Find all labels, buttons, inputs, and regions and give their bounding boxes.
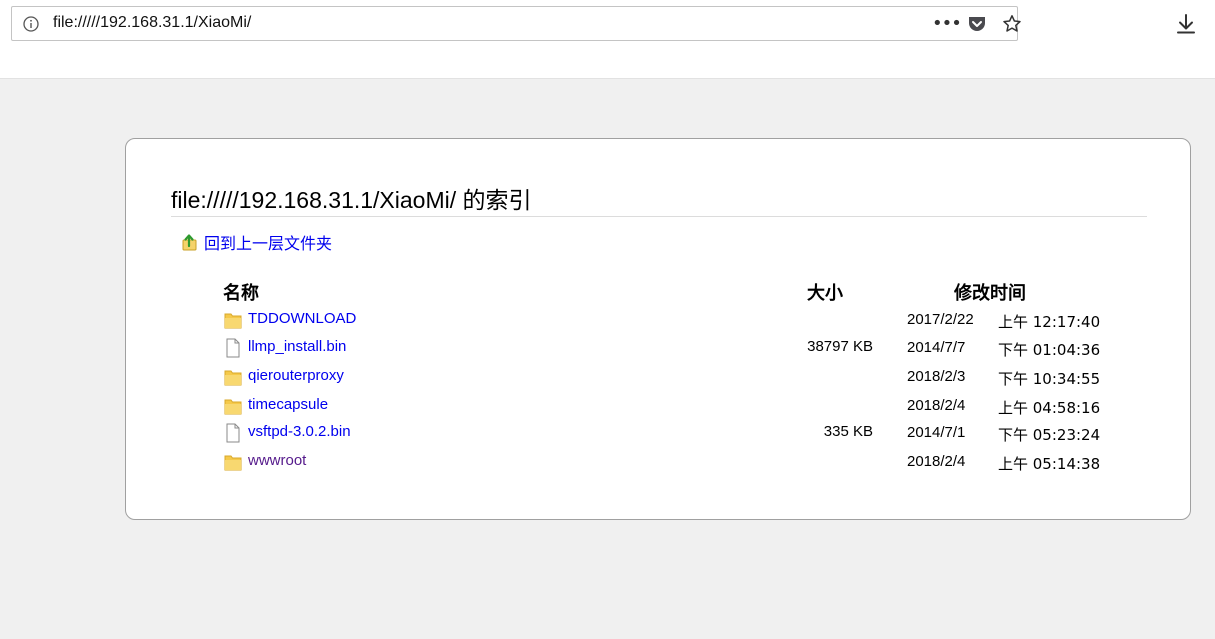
file-link[interactable]: qierouterproxy — [248, 367, 344, 384]
file-time: 上午 05:14:38 — [998, 455, 1101, 473]
table-row: timecapsule 2018/2/4 上午 04:58:16 — [126, 394, 1190, 418]
file-link[interactable]: llmp_install.bin — [248, 338, 346, 355]
page-actions-icon[interactable]: ••• — [932, 14, 962, 34]
info-icon[interactable] — [23, 16, 39, 32]
folder-icon — [224, 396, 242, 416]
folder-icon — [224, 310, 242, 330]
directory-listing: file://///192.168.31.1/XiaoMi/ 的索引 回到上一层… — [125, 138, 1191, 520]
browser-toolbar: file://///192.168.31.1/XiaoMi/ ••• — [0, 0, 1215, 79]
table-row: TDDOWNLOAD 2017/2/22 上午 12:17:40 — [126, 308, 1190, 332]
table-row: qierouterproxy 2018/2/3 下午 10:34:55 — [126, 365, 1190, 389]
column-header-modified[interactable]: 修改时间 — [954, 279, 1026, 305]
column-header-name[interactable]: 名称 — [223, 279, 259, 305]
url-text[interactable]: file://///192.168.31.1/XiaoMi/ — [53, 14, 251, 32]
file-date: 2018/2/3 — [907, 368, 966, 385]
file-size: 335 KB — [823, 423, 873, 440]
file-date: 2018/2/4 — [907, 453, 966, 470]
file-icon — [224, 423, 242, 443]
file-link[interactable]: TDDOWNLOAD — [248, 310, 356, 327]
file-link[interactable]: timecapsule — [248, 396, 328, 413]
url-bar[interactable]: file://///192.168.31.1/XiaoMi/ ••• — [11, 6, 1021, 41]
column-header-size[interactable]: 大小 — [807, 279, 843, 305]
folder-icon — [224, 452, 242, 472]
file-icon — [224, 338, 242, 358]
file-table: 名称 大小 修改时间 TDDOWNLOAD 2017/2/22 上午 12:17… — [126, 139, 1190, 519]
table-row: llmp_install.bin 38797 KB 2014/7/7 下午 01… — [126, 336, 1190, 360]
table-row: vsftpd-3.0.2.bin 335 KB 2014/7/1 下午 05:2… — [126, 421, 1190, 445]
file-link[interactable]: wwwroot — [248, 452, 306, 469]
file-date: 2017/2/22 — [907, 311, 974, 328]
file-date: 2014/7/1 — [907, 424, 966, 441]
table-row: wwwroot 2018/2/4 上午 05:14:38 — [126, 450, 1190, 474]
file-link[interactable]: vsftpd-3.0.2.bin — [248, 423, 351, 440]
file-date: 2018/2/4 — [907, 397, 966, 414]
file-time: 下午 10:34:55 — [998, 370, 1101, 388]
file-size: 38797 KB — [807, 338, 873, 355]
file-time: 下午 01:04:36 — [998, 341, 1101, 359]
file-time: 上午 04:58:16 — [998, 399, 1101, 417]
pocket-icon[interactable] — [967, 15, 987, 33]
file-date: 2014/7/7 — [907, 339, 966, 356]
file-time: 上午 12:17:40 — [998, 313, 1101, 331]
download-icon[interactable] — [1175, 13, 1197, 35]
bookmark-star-icon[interactable] — [1002, 14, 1022, 34]
folder-icon — [224, 367, 242, 387]
file-time: 下午 05:23:24 — [998, 426, 1101, 444]
